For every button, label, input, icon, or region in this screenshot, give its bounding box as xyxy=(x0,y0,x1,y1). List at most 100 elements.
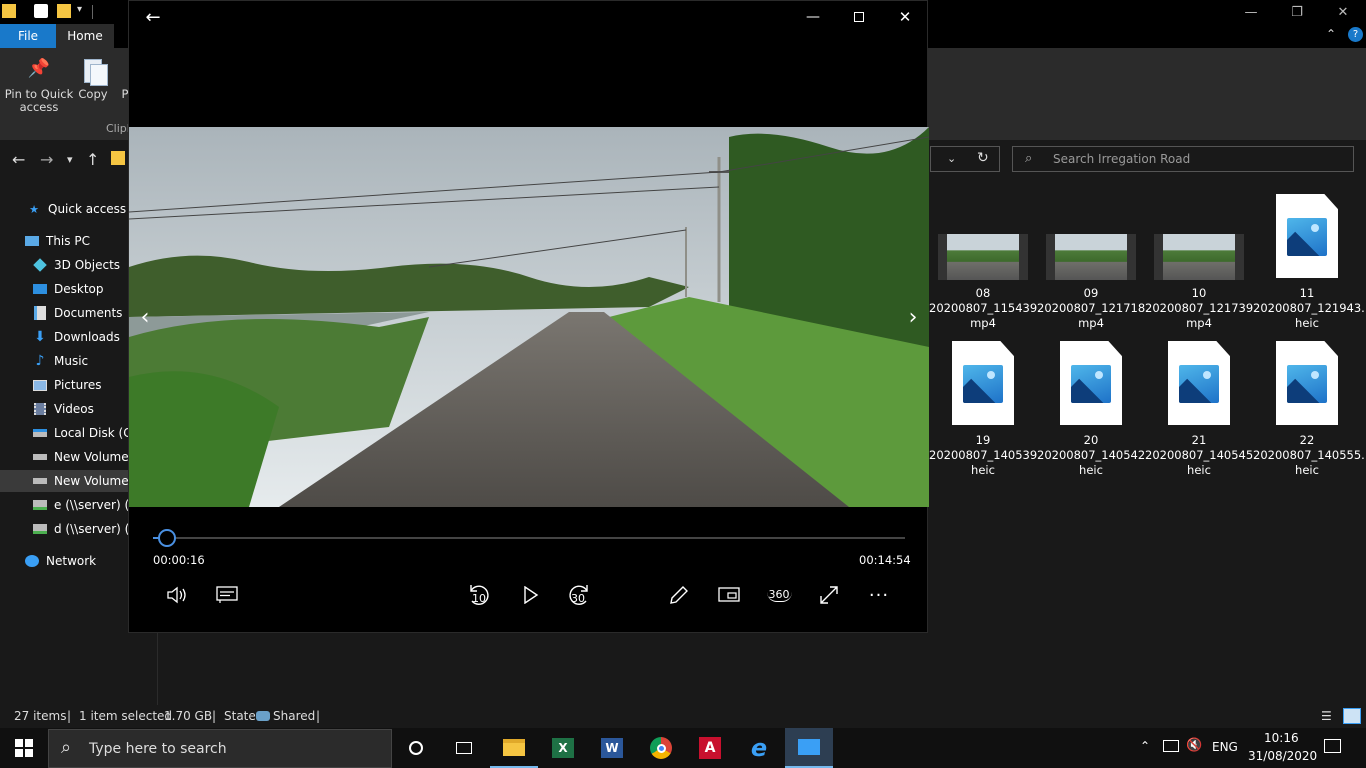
movies-tv-icon xyxy=(798,739,820,755)
file-name-line1: 10 xyxy=(1191,286,1207,300)
large-icons-view-icon[interactable] xyxy=(1343,708,1361,724)
copy-icon xyxy=(76,54,110,88)
subtitles-button[interactable] xyxy=(211,581,243,609)
properties-icon[interactable] xyxy=(34,4,48,18)
taskbar-internet-explorer[interactable]: e xyxy=(735,728,783,768)
copy-button[interactable]: Copy xyxy=(76,54,110,101)
explorer-restore-button[interactable]: ❐ xyxy=(1274,0,1320,24)
more-options-button[interactable]: ··· xyxy=(863,579,895,611)
volume-muted-icon[interactable]: 🔇 xyxy=(1186,738,1202,753)
up-arrow-icon[interactable]: ↑ xyxy=(86,150,99,169)
task-view-button[interactable] xyxy=(440,728,488,768)
network-status-icon[interactable] xyxy=(1163,740,1179,752)
taskbar-movies-tv[interactable] xyxy=(785,728,833,768)
skip-back-seconds: 10 xyxy=(472,592,486,605)
details-view-icon[interactable]: ☰ xyxy=(1321,709,1332,723)
play-button[interactable] xyxy=(515,579,547,611)
file-item[interactable]: 08 20200807_115439. mp4 xyxy=(929,234,1041,331)
file-name-line3: heic xyxy=(971,463,995,477)
start-button[interactable] xyxy=(0,728,48,768)
recent-locations-icon[interactable]: ▾ xyxy=(67,153,73,166)
back-arrow-icon[interactable]: ← xyxy=(141,5,165,29)
file-item[interactable]: 10 20200807_121739. mp4 xyxy=(1145,234,1257,331)
taskbar-excel[interactable]: X xyxy=(539,728,587,768)
skip-forward-button[interactable]: 30 xyxy=(563,579,595,611)
file-item[interactable]: 22 20200807_140555. heic xyxy=(1253,341,1365,478)
windows-logo-icon xyxy=(15,739,33,757)
taskbar-word[interactable]: W xyxy=(588,728,636,768)
forward-arrow-icon[interactable]: → xyxy=(40,150,53,169)
file-name-line2: 20200807_115439. xyxy=(929,301,1041,315)
video-frame[interactable]: ‹ › xyxy=(129,127,929,507)
search-input[interactable]: ⌕ Search Irregation Road xyxy=(1012,146,1354,172)
next-chevron-icon[interactable]: › xyxy=(901,303,925,331)
player-maximize-button[interactable] xyxy=(841,5,877,29)
explorer-minimize-button[interactable]: — xyxy=(1228,0,1274,24)
seek-bar[interactable] xyxy=(153,529,905,547)
skip-back-button[interactable]: 10 xyxy=(463,579,495,611)
search-placeholder: Search Irregation Road xyxy=(1053,152,1191,166)
clock-time[interactable]: 10:16 xyxy=(1264,731,1299,745)
seek-handle[interactable] xyxy=(157,529,176,547)
clock-date[interactable]: 31/08/2020 xyxy=(1248,749,1317,763)
cortana-button[interactable] xyxy=(392,728,440,768)
pin-icon: 📌 xyxy=(27,58,51,79)
back-arrow-icon[interactable]: ← xyxy=(12,150,25,169)
pin-quick-access-button[interactable]: 📌 Pin to Quick access xyxy=(4,54,74,114)
taskbar-autocad[interactable]: A xyxy=(686,728,734,768)
sidebar-item-label: This PC xyxy=(46,234,90,248)
player-close-button[interactable]: ✕ xyxy=(887,5,923,29)
image-file-icon xyxy=(952,341,1014,425)
file-name-line3: heic xyxy=(1079,463,1103,477)
address-bar[interactable]: ⌄ ↻ xyxy=(930,146,1000,172)
file-name-line3: mp4 xyxy=(1078,316,1104,330)
file-name-line3: heic xyxy=(1295,316,1319,330)
network-drive-icon xyxy=(32,522,48,536)
customize-toolbar-icon[interactable]: ▾ xyxy=(77,4,82,15)
show-hidden-icons[interactable]: ⌃ xyxy=(1140,739,1150,753)
file-name-line2: 20200807_140545. xyxy=(1145,448,1257,462)
taskbar-search-box[interactable]: ⌕ Type here to search xyxy=(48,729,392,768)
image-file-icon xyxy=(1060,341,1122,425)
previous-chevron-icon[interactable]: ‹ xyxy=(133,303,157,331)
explorer-close-button[interactable]: ✕ xyxy=(1320,0,1366,24)
taskbar-chrome[interactable] xyxy=(637,728,685,768)
new-folder-icon[interactable] xyxy=(57,4,71,18)
tab-home[interactable]: Home xyxy=(56,24,114,48)
taskbar-file-explorer[interactable] xyxy=(490,728,538,768)
total-time: 00:14:54 xyxy=(859,553,911,567)
file-item[interactable]: 20 20200807_140542. heic xyxy=(1037,341,1149,478)
refresh-icon[interactable]: ↻ xyxy=(977,150,989,166)
file-item[interactable]: 09 20200807_121718. mp4 xyxy=(1037,234,1149,331)
view-360-button[interactable]: 360 xyxy=(763,579,795,611)
chrome-icon xyxy=(650,737,672,759)
video-player-window: ← — ✕ ‹ › 00:00:16 00:14:54 10 30 360 ··… xyxy=(128,0,929,633)
help-icon[interactable]: ? xyxy=(1348,27,1363,42)
image-file-icon xyxy=(1276,341,1338,425)
ribbon-collapse-icon[interactable]: ⌃ xyxy=(1326,27,1336,41)
internet-explorer-icon: e xyxy=(750,734,768,762)
current-time: 00:00:16 xyxy=(153,553,205,567)
fullscreen-button[interactable] xyxy=(813,579,845,611)
file-item[interactable]: 21 20200807_140545. heic xyxy=(1145,341,1257,478)
film-icon xyxy=(32,402,48,416)
clipboard-group-label: Clipl xyxy=(106,122,130,135)
file-name-line2: 20200807_140542. xyxy=(1037,448,1149,462)
notifications-icon[interactable] xyxy=(1324,739,1341,753)
edit-button[interactable] xyxy=(663,579,695,611)
file-item[interactable]: 19 20200807_140539. heic xyxy=(929,341,1041,478)
speaker-icon xyxy=(167,586,186,604)
network-drive-icon xyxy=(32,498,48,512)
tab-file[interactable]: File xyxy=(0,24,56,48)
pencil-icon xyxy=(670,586,688,604)
input-language[interactable]: ENG xyxy=(1212,740,1238,754)
file-name-line2: 20200807_140539. xyxy=(929,448,1041,462)
file-item[interactable]: 11 20200807_121943. heic xyxy=(1253,194,1365,331)
player-minimize-button[interactable]: — xyxy=(795,5,831,29)
mini-view-button[interactable] xyxy=(713,579,745,611)
volume-button[interactable] xyxy=(161,581,193,609)
address-dropdown-icon[interactable]: ⌄ xyxy=(947,152,956,165)
mini-view-icon xyxy=(718,587,740,602)
folder-icon xyxy=(2,4,16,18)
search-icon: ⌕ xyxy=(61,737,72,758)
